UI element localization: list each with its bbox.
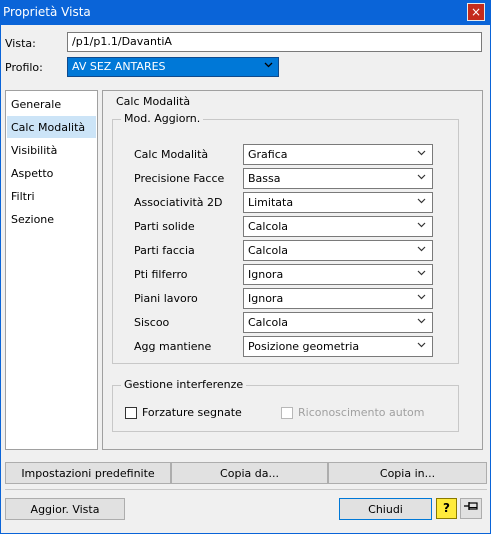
sidebar-item-label: Sezione: [11, 213, 55, 226]
sidebar-item-filtri[interactable]: Filtri: [7, 185, 96, 207]
siscoo-select[interactable]: Calcola: [243, 312, 433, 333]
sidebar-item-aspetto[interactable]: Aspetto: [7, 162, 96, 184]
forzature-segnate-checkbox[interactable]: [125, 407, 137, 419]
chevron-down-icon: [416, 339, 427, 353]
separator: [5, 489, 487, 490]
group-title: Gestione interferenze: [121, 378, 247, 391]
calc-modalita-select[interactable]: Grafica: [243, 144, 433, 165]
forzature-segnate-label: Forzature segnate: [142, 406, 242, 419]
select-value: Calcola: [248, 244, 289, 257]
chevron-down-icon: [416, 147, 427, 161]
window-title: Proprietà Vista: [3, 5, 91, 19]
pin-icon: [463, 502, 479, 515]
default-settings-button[interactable]: Impostazioni predefinite: [5, 462, 171, 484]
chevron-down-icon: [416, 315, 427, 329]
title-bar: Proprietà Vista ×: [0, 0, 491, 25]
parti-solide-select[interactable]: Calcola: [243, 216, 433, 237]
riconoscimento-autom-checkbox[interactable]: [281, 407, 293, 419]
sidebar-item-visibilita[interactable]: Visibilità: [7, 139, 96, 161]
parti-faccia-select[interactable]: Calcola: [243, 240, 433, 261]
copy-to-button[interactable]: Copia in...: [328, 462, 487, 484]
copy-from-button[interactable]: Copia da...: [171, 462, 328, 484]
pti-filferro-select[interactable]: Ignora: [243, 264, 433, 285]
sidebar-item-label: Calc Modalità: [11, 121, 86, 134]
sidebar-item-label: Generale: [11, 98, 62, 111]
sidebar-item-label: Visibilità: [11, 144, 58, 157]
precisione-facce-label: Precisione Facce: [134, 172, 225, 185]
select-value: Ignora: [248, 292, 284, 305]
siscoo-label: Siscoo: [134, 316, 170, 329]
chevron-down-icon: [416, 219, 427, 233]
agg-mantiene-label: Agg mantiene: [134, 340, 212, 353]
close-icon: ×: [470, 5, 482, 19]
profilo-label: Profilo:: [5, 61, 43, 74]
help-button[interactable]: ?: [436, 498, 457, 519]
chevron-down-icon: [416, 171, 427, 185]
calc-modalita-panel: Calc Modalità Mod. Aggiorn. Calc Modalit…: [102, 90, 483, 450]
sidebar-item-generale[interactable]: Generale: [7, 93, 96, 115]
pti-filferro-label: Pti filferro: [134, 268, 188, 281]
group-title: Mod. Aggiorn.: [121, 112, 204, 125]
select-value: Ignora: [248, 268, 284, 281]
chevron-down-icon: [416, 291, 427, 305]
piani-lavoro-label: Piani lavoro: [134, 292, 198, 305]
vista-label: Vista:: [5, 37, 36, 50]
pin-button[interactable]: [460, 498, 482, 519]
select-value: Grafica: [248, 148, 288, 161]
sidebar-item-sezione[interactable]: Sezione: [7, 208, 96, 230]
category-sidebar: Generale Calc Modalità Visibilità Aspett…: [5, 90, 98, 450]
select-value: Posizione geometria: [248, 340, 360, 353]
agg-mantiene-select[interactable]: Posizione geometria: [243, 336, 433, 357]
sidebar-item-label: Filtri: [11, 190, 35, 203]
chevron-down-icon: [416, 195, 427, 209]
associativita-2d-select[interactable]: Limitata: [243, 192, 433, 213]
profilo-select[interactable]: AV SEZ ANTARES: [67, 57, 279, 77]
select-value: Calcola: [248, 220, 289, 233]
piani-lavoro-select[interactable]: Ignora: [243, 288, 433, 309]
panel-title: Calc Modalità: [114, 95, 193, 108]
close-window-button[interactable]: ×: [467, 3, 485, 21]
mod-aggiorn-group: Mod. Aggiorn. Calc Modalità Grafica Prec…: [112, 112, 459, 364]
select-value: Limitata: [248, 196, 294, 209]
update-view-button[interactable]: Aggior. Vista: [5, 498, 125, 520]
select-value: Calcola: [248, 316, 289, 329]
vista-field[interactable]: /p1/p1.1/DavantiA: [67, 32, 482, 52]
parti-solide-label: Parti solide: [134, 220, 195, 233]
gestione-interferenze-group: Gestione interferenze Forzature segnate …: [112, 378, 459, 432]
parti-faccia-label: Parti faccia: [134, 244, 195, 257]
profilo-value: AV SEZ ANTARES: [72, 60, 166, 73]
riconoscimento-autom-label: Riconoscimento autom: [298, 406, 425, 419]
chevron-down-icon: [416, 243, 427, 257]
chevron-down-icon: [263, 59, 274, 73]
select-value: Bassa: [248, 172, 281, 185]
help-icon: ?: [443, 501, 450, 515]
chevron-down-icon: [416, 267, 427, 281]
sidebar-item-calc-modalita[interactable]: Calc Modalità: [7, 116, 96, 138]
sidebar-item-label: Aspetto: [11, 167, 54, 180]
close-button[interactable]: Chiudi: [339, 498, 432, 520]
calc-modalita-label: Calc Modalità: [134, 148, 209, 161]
precisione-facce-select[interactable]: Bassa: [243, 168, 433, 189]
associativita-2d-label: Associatività 2D: [134, 196, 223, 209]
dialog-body: Vista: /p1/p1.1/DavantiA Profilo: AV SEZ…: [0, 25, 491, 534]
